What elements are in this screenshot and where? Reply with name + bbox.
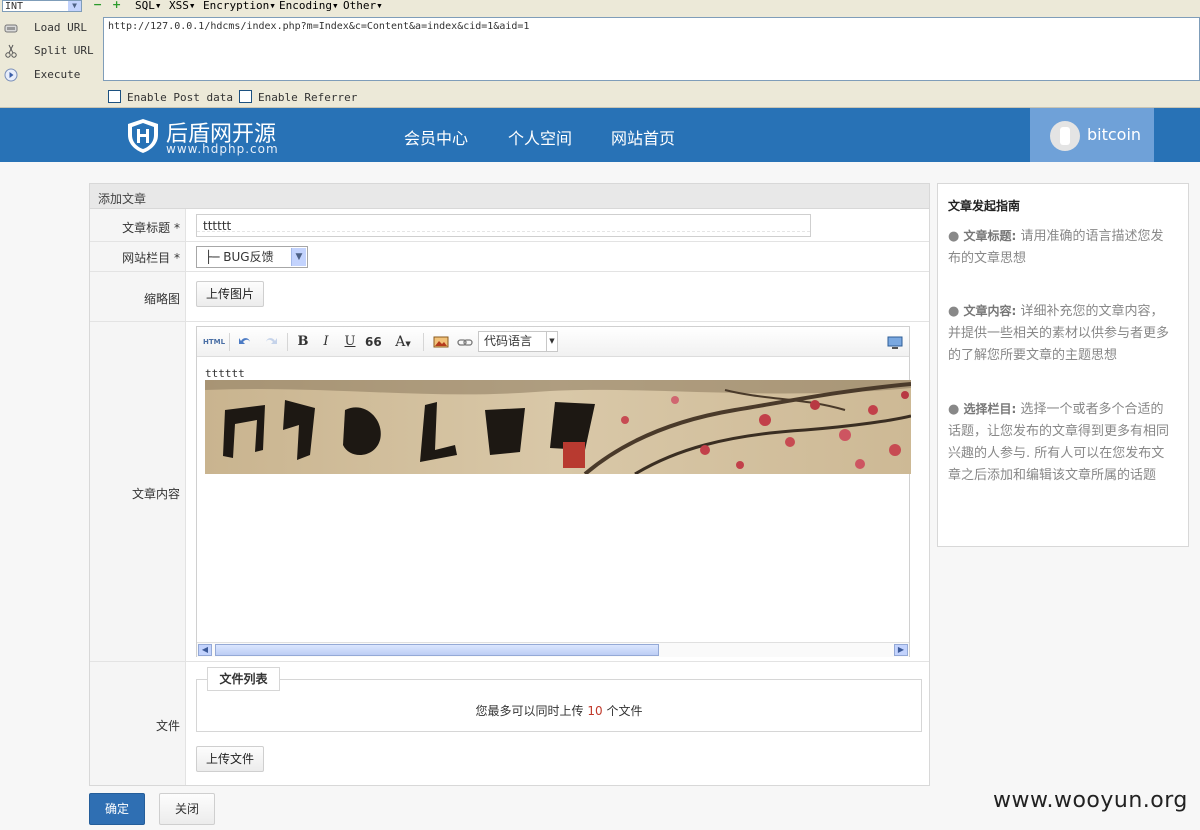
guide-term: 选择栏目: xyxy=(963,402,1017,416)
nav-home[interactable]: 网站首页 xyxy=(611,125,675,149)
link-icon[interactable] xyxy=(457,333,473,351)
chevron-down-icon: ▼ xyxy=(68,1,81,11)
scroll-right-icon[interactable]: ▶ xyxy=(894,644,908,656)
close-button[interactable]: 关闭 xyxy=(159,793,215,825)
guide-item-title: ● 文章标题: 请用准确的语言描述您发布的文章思想 xyxy=(948,229,1164,266)
category-label: 网站栏目 * xyxy=(122,251,180,265)
row-divider xyxy=(90,661,929,662)
hackbar-select-value: INT xyxy=(5,1,24,12)
chevron-down-icon: ▼ xyxy=(546,332,557,351)
execute-label: Execute xyxy=(34,68,81,81)
file-upload-note: 您最多可以同时上传 10 个文件 xyxy=(475,704,643,718)
hackbar-toolbar: INT ▼ − + SQL▾ XSS▾ Encryption▾ Encoding… xyxy=(0,0,1200,108)
menu-sql[interactable]: SQL▾ xyxy=(135,0,162,12)
category-select[interactable]: ├─ BUG反馈 ▼ xyxy=(196,246,308,268)
italic-button[interactable]: I xyxy=(319,333,333,351)
checkbox-box[interactable] xyxy=(239,90,252,103)
load-url-button[interactable]: Load URL xyxy=(0,19,100,39)
checkbox-label: Enable Post data xyxy=(127,91,233,104)
play-icon xyxy=(4,68,18,82)
confirm-button[interactable]: 确定 xyxy=(89,793,145,825)
form-heading: 添加文章 xyxy=(90,184,929,209)
article-guide-panel: 文章发起指南 ● 文章标题: 请用准确的语言描述您发布的文章思想 ● 文章内容:… xyxy=(937,183,1189,547)
category-select-value: ├─ BUG反馈 xyxy=(205,250,274,264)
title-label: 文章标题 * xyxy=(122,221,180,235)
form-heading-text: 添加文章 xyxy=(98,192,147,206)
required-mark: * xyxy=(174,251,180,265)
rich-text-editor[interactable]: HTML B I U 66 A▼ 代码语言 ▼ tttttt ◀ ▶ xyxy=(196,326,911,657)
nav-member-center[interactable]: 会员中心 xyxy=(404,125,468,149)
user-menu[interactable]: bitcoin xyxy=(1030,108,1154,162)
scrollbar-thumb[interactable] xyxy=(215,644,659,656)
enable-post-data-checkbox[interactable]: Enable Post data xyxy=(108,90,233,104)
upload-file-button[interactable]: 上传文件 xyxy=(196,746,264,772)
menu-encoding[interactable]: Encoding▾ xyxy=(279,0,339,12)
row-divider xyxy=(90,241,929,242)
editor-toolbar: HTML B I U 66 A▼ 代码语言 ▼ xyxy=(197,327,909,357)
menu-encryption[interactable]: Encryption▾ xyxy=(203,0,276,12)
calligraphy-banner-image[interactable] xyxy=(205,380,911,474)
editor-text[interactable]: tttttt xyxy=(205,367,245,380)
avatar xyxy=(1050,121,1080,151)
guide-title: 文章发起指南 xyxy=(948,199,1021,213)
watermark-text: www.wooyun.org xyxy=(993,788,1188,813)
guide-item-content: ● 文章内容: 详细补充您的文章内容，并提供一些相关的素材以供参与者更多的了解您… xyxy=(948,304,1170,363)
row-divider xyxy=(90,321,929,322)
checkbox-label: Enable Referrer xyxy=(258,91,358,104)
chevron-down-icon: ▼ xyxy=(291,248,306,266)
undo-icon[interactable] xyxy=(237,333,253,351)
guide-term: 文章内容: xyxy=(963,304,1017,318)
font-color-button[interactable]: A▼ xyxy=(391,333,415,351)
menu-other[interactable]: Other▾ xyxy=(343,0,383,12)
hackbar-menu: INT ▼ − + SQL▾ XSS▾ Encryption▾ Encoding… xyxy=(0,0,1200,13)
split-url-button[interactable]: Split URL xyxy=(0,42,100,62)
html-source-button[interactable]: HTML xyxy=(203,333,225,351)
required-mark: * xyxy=(174,221,180,235)
split-url-label: Split URL xyxy=(34,44,94,57)
toolbar-divider xyxy=(423,333,424,351)
scroll-left-icon[interactable]: ◀ xyxy=(198,644,212,656)
max-file-count: 10 xyxy=(587,704,603,718)
image-icon[interactable] xyxy=(433,333,449,351)
title-input[interactable]: tttttt xyxy=(196,214,811,237)
username: bitcoin xyxy=(1087,125,1142,144)
site-header: 后盾网开源 www.hdphp.com 会员中心 个人空间 网站首页 bitco… xyxy=(0,108,1200,162)
content-label: 文章内容 xyxy=(131,487,180,501)
nav-personal-space[interactable]: 个人空间 xyxy=(508,125,572,149)
thumbnail-label: 缩略图 xyxy=(143,292,180,306)
file-list-legend: 文件列表 xyxy=(207,667,280,691)
menu-xss[interactable]: XSS▾ xyxy=(169,0,196,12)
fullscreen-icon[interactable] xyxy=(887,333,903,351)
hackbar-type-select[interactable]: INT ▼ xyxy=(2,0,82,12)
font-color-label: A xyxy=(395,334,406,350)
scissors-icon xyxy=(5,44,17,58)
shield-logo-icon[interactable] xyxy=(125,118,161,154)
input-ruler xyxy=(197,231,810,236)
bold-button[interactable]: B xyxy=(296,333,310,351)
editor-horizontal-scrollbar[interactable]: ◀ ▶ xyxy=(197,642,909,657)
blockquote-icon[interactable]: 66 xyxy=(365,333,382,351)
code-language-select[interactable]: 代码语言 ▼ xyxy=(478,331,558,352)
checkbox-box[interactable] xyxy=(108,90,121,103)
files-label: 文件 xyxy=(155,719,180,733)
code-language-value: 代码语言 xyxy=(484,334,533,348)
underline-button[interactable]: U xyxy=(343,333,357,351)
execute-button[interactable]: Execute xyxy=(0,66,100,86)
load-url-icon xyxy=(4,24,18,33)
enable-referrer-checkbox[interactable]: Enable Referrer xyxy=(239,90,357,104)
row-divider xyxy=(90,271,929,272)
upload-image-button[interactable]: 上传图片 xyxy=(196,281,264,307)
toolbar-divider xyxy=(229,333,230,351)
plus-icon[interactable]: + xyxy=(112,0,121,10)
redo-icon[interactable] xyxy=(263,333,279,351)
guide-term: 文章标题: xyxy=(963,229,1017,243)
url-textarea[interactable]: http://127.0.0.1/hdcms/index.php?m=Index… xyxy=(103,17,1200,81)
guide-item-category: ● 选择栏目: 选择一个或者多个合适的话题，让您发布的文章得到更多有相同兴趣的人… xyxy=(948,402,1170,483)
minus-icon[interactable]: − xyxy=(93,0,102,10)
add-article-form: 添加文章 文章标题 * tttttt 网站栏目 * ├─ BUG反馈 ▼ 缩略图… xyxy=(89,183,930,786)
logo-url: www.hdphp.com xyxy=(166,142,279,156)
load-url-label: Load URL xyxy=(34,21,87,34)
toolbar-divider xyxy=(287,333,288,351)
caret-down-icon: ▼ xyxy=(405,340,411,348)
